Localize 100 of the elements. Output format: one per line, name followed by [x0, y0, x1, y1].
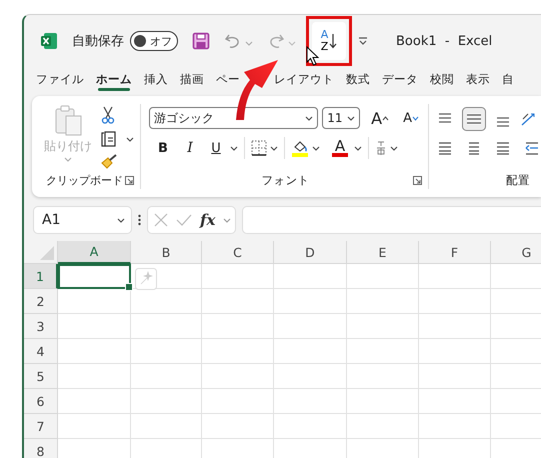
table-cell[interactable] [274, 389, 347, 414]
table-cell[interactable] [131, 339, 202, 364]
table-cell[interactable] [202, 389, 274, 414]
caret-icon[interactable] [354, 146, 362, 150]
borders-icon[interactable] [251, 140, 267, 156]
row-header[interactable]: 2 [24, 289, 58, 314]
shrink-font-button[interactable]: A [400, 110, 422, 126]
ribbon-tab[interactable]: 数式 [340, 67, 376, 91]
table-cell[interactable] [131, 389, 202, 414]
ribbon-tab[interactable]: 校閲 [424, 67, 460, 91]
caret-icon[interactable] [390, 146, 398, 150]
table-cell[interactable] [274, 314, 347, 339]
table-cell[interactable] [274, 414, 347, 439]
decrease-indent-icon[interactable] [524, 141, 540, 155]
font-color-button[interactable]: A [329, 139, 351, 157]
table-cell[interactable] [202, 339, 274, 364]
ribbon-tab[interactable]: 描画 [174, 67, 210, 91]
align-right-icon[interactable] [495, 141, 511, 155]
row-header[interactable]: 8 [24, 439, 58, 458]
fill-handle[interactable] [125, 283, 133, 291]
row-header[interactable]: 7 [24, 414, 58, 439]
middle-align-icon[interactable] [462, 107, 486, 131]
column-header[interactable]: D [274, 241, 347, 264]
column-header[interactable]: G [491, 241, 541, 264]
font-size-field[interactable]: 11 [322, 107, 360, 129]
sort-ascending-button[interactable]: A Z [312, 22, 346, 60]
table-cell[interactable] [202, 314, 274, 339]
column-header[interactable]: E [347, 241, 419, 264]
italic-button[interactable]: I [178, 140, 202, 156]
fill-color-icon[interactable] [291, 139, 309, 157]
caret-icon[interactable] [230, 146, 238, 150]
table-cell[interactable] [274, 289, 347, 314]
ribbon-tab[interactable]: ホーム [90, 67, 138, 91]
table-cell[interactable] [419, 339, 491, 364]
undo-icon[interactable] [224, 33, 242, 49]
ribbon-tab[interactable]: 挿入 [138, 67, 174, 91]
copy-icon[interactable] [100, 130, 116, 148]
autosave-toggle[interactable]: オフ [130, 31, 178, 51]
table-cell[interactable] [347, 364, 419, 389]
font-name-field[interactable]: 游ゴシック [149, 107, 318, 129]
table-cell[interactable] [131, 414, 202, 439]
table-cell[interactable] [58, 289, 131, 314]
cancel-icon[interactable] [154, 213, 168, 227]
enter-icon[interactable] [176, 213, 192, 227]
dialog-launcher-icon[interactable] [125, 176, 134, 184]
column-header[interactable]: A [58, 241, 131, 264]
more-options-icon[interactable] [138, 214, 141, 226]
ribbon-tab[interactable]: ファイル [30, 67, 90, 91]
row-header[interactable]: 4 [24, 339, 58, 364]
dialog-launcher-icon[interactable] [413, 176, 422, 184]
name-box[interactable]: A1 [33, 206, 132, 234]
ribbon-tab[interactable]: 自 [496, 67, 520, 91]
table-cell[interactable] [419, 389, 491, 414]
table-cell[interactable] [419, 414, 491, 439]
format-painter-icon[interactable] [100, 154, 118, 170]
table-cell[interactable] [202, 414, 274, 439]
table-cell[interactable] [347, 414, 419, 439]
table-cell[interactable] [347, 314, 419, 339]
table-cell[interactable] [131, 264, 202, 289]
caret-icon[interactable] [270, 146, 278, 150]
ribbon-tab[interactable]: ペー レイアウト [210, 67, 340, 91]
bold-button[interactable]: B [151, 140, 175, 156]
table-cell[interactable] [202, 264, 274, 289]
table-cell[interactable] [202, 364, 274, 389]
table-cell[interactable] [131, 314, 202, 339]
column-header[interactable]: B [131, 241, 202, 264]
save-icon[interactable] [192, 32, 210, 50]
table-cell[interactable] [58, 314, 131, 339]
table-cell[interactable] [274, 339, 347, 364]
table-cell[interactable] [274, 364, 347, 389]
table-cell[interactable] [58, 414, 131, 439]
row-header[interactable]: 5 [24, 364, 58, 389]
ribbon-tab[interactable]: データ [376, 67, 424, 91]
row-header[interactable]: 3 [24, 314, 58, 339]
table-cell[interactable] [58, 339, 131, 364]
formula-input-field[interactable] [242, 206, 541, 234]
table-cell[interactable] [419, 314, 491, 339]
grow-font-button[interactable]: A [368, 108, 392, 128]
table-cell[interactable] [347, 264, 419, 289]
underline-button[interactable]: U [205, 140, 227, 156]
insert-function-button[interactable]: fx [200, 211, 216, 229]
column-header[interactable]: F [419, 241, 491, 264]
table-cell[interactable] [419, 264, 491, 289]
table-cell[interactable] [274, 264, 347, 289]
cut-icon[interactable] [100, 106, 116, 124]
row-header[interactable]: 1 [24, 264, 58, 289]
redo-icon[interactable] [267, 33, 285, 49]
ribbon-tab[interactable]: 表示 [460, 67, 496, 91]
align-left-icon[interactable] [437, 141, 453, 155]
column-header[interactable]: C [202, 241, 274, 264]
table-cell[interactable] [347, 339, 419, 364]
row-header[interactable]: 6 [24, 389, 58, 414]
table-cell[interactable] [131, 289, 202, 314]
caret-icon[interactable] [312, 146, 320, 150]
table-cell[interactable] [347, 389, 419, 414]
table-cell[interactable] [419, 289, 491, 314]
customize-menu-icon[interactable] [358, 37, 368, 45]
center-icon[interactable] [466, 141, 482, 155]
table-cell[interactable] [58, 389, 131, 414]
table-cell[interactable] [58, 364, 131, 389]
